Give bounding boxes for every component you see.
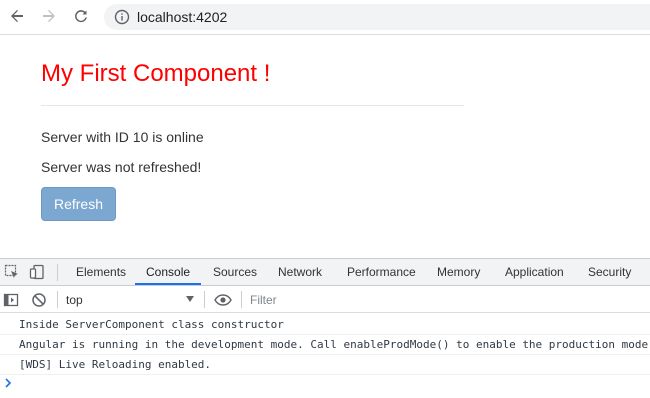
server-status-text: Server with ID 10 is online [41,129,204,145]
tab-security[interactable]: Security [588,259,631,286]
devtools-tab-bar: Elements Console Sources Network Perform… [0,259,650,286]
chevron-down-icon[interactable] [186,296,194,302]
console-prompt-icon[interactable] [4,377,14,389]
toolbar-separator [57,291,58,308]
console-message: [WDS] Live Reloading enabled. [0,355,650,375]
back-button[interactable] [5,4,29,28]
tab-elements[interactable]: Elements [76,259,126,286]
page-content: My First Component ! Server with ID 10 i… [0,36,650,258]
reload-button[interactable] [69,4,93,28]
divider [41,105,464,106]
info-icon[interactable] [114,9,130,25]
tab-sources[interactable]: Sources [213,259,257,286]
refresh-status-text: Server was not refreshed! [41,159,202,175]
context-selector[interactable]: top [66,292,83,308]
show-sidebar-icon[interactable] [3,292,19,308]
clear-console-icon[interactable] [31,292,47,308]
console-message: Inside ServerComponent class constructor [0,315,650,335]
devtools-panel: Elements Console Sources Network Perform… [0,258,650,398]
eye-icon[interactable] [214,292,232,308]
address-bar[interactable]: localhost:4202 [104,4,650,30]
reload-icon [75,10,87,23]
inspect-element-icon[interactable] [4,264,20,280]
filter-input[interactable] [250,290,650,310]
url-text: localhost:4202 [137,9,228,25]
tab-memory[interactable]: Memory [437,259,480,286]
forward-arrow-icon [43,10,55,22]
toolbar-separator [241,291,242,308]
console-message: Angular is running in the development mo… [0,335,650,355]
forward-button[interactable] [37,4,61,28]
device-toolbar-icon[interactable] [29,264,45,280]
browser-toolbar: localhost:4202 [0,0,650,35]
toolbar-separator [57,264,58,281]
tab-network[interactable]: Network [278,259,322,286]
active-tab-indicator [135,283,201,285]
tab-console[interactable]: Console [146,259,190,286]
tab-application[interactable]: Application [505,259,564,286]
page-title: My First Component ! [41,60,271,87]
back-arrow-icon [11,10,23,22]
console-toolbar: top [0,287,650,313]
refresh-button[interactable]: Refresh [41,187,116,221]
toolbar-separator [204,291,205,308]
tab-performance[interactable]: Performance [347,259,416,286]
